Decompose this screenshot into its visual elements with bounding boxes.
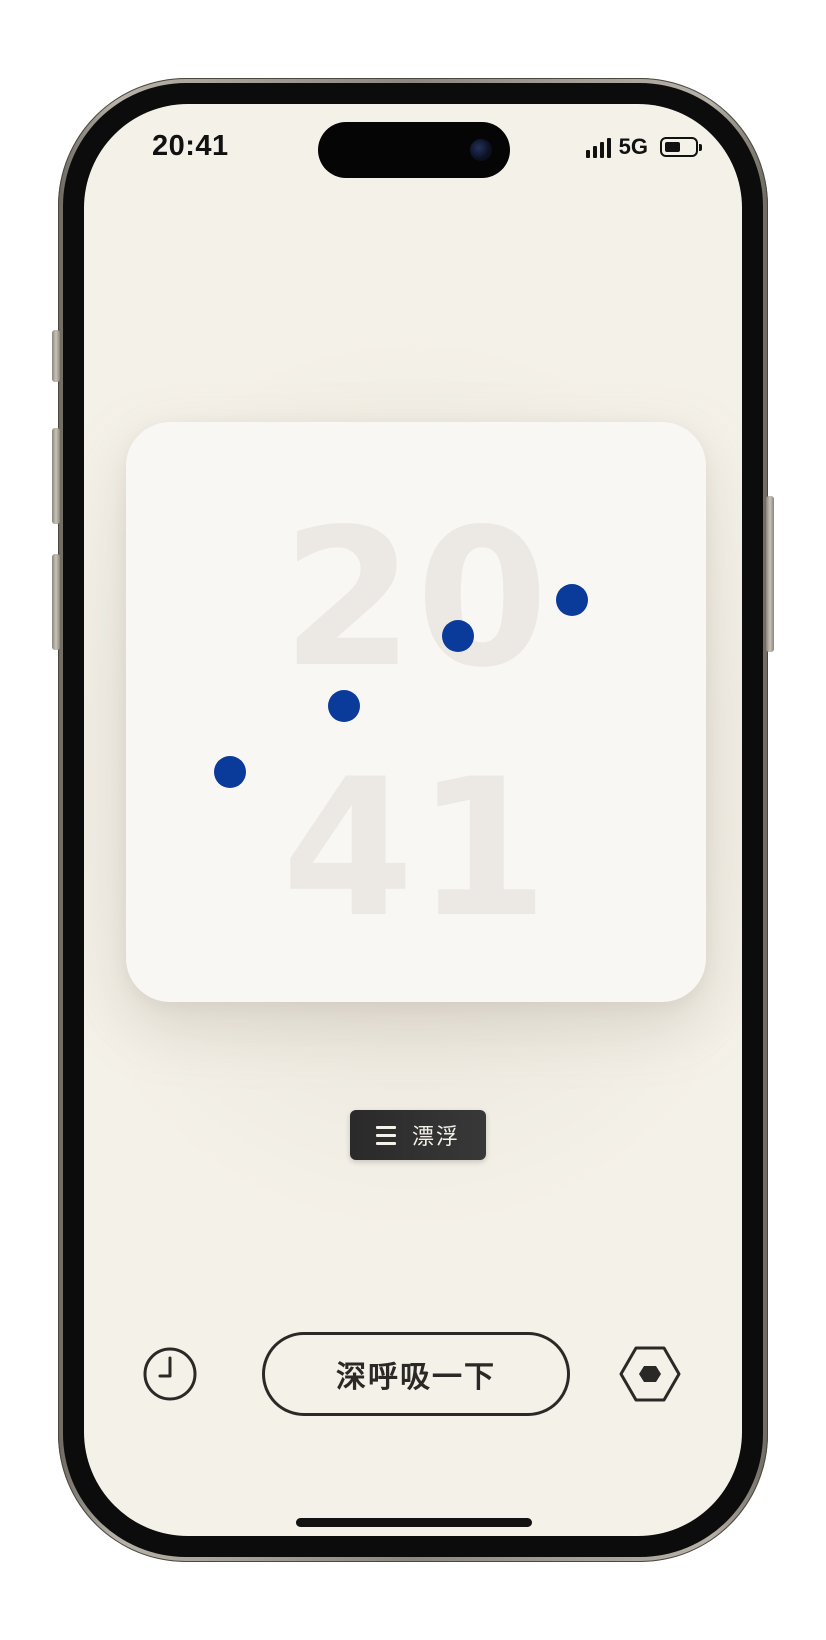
dynamic-island <box>318 122 510 178</box>
clock-card[interactable]: 20 41 <box>126 422 706 1002</box>
floating-dot <box>556 584 588 616</box>
battery-icon <box>660 137 702 157</box>
floating-dot <box>214 756 246 788</box>
status-indicators: 5G <box>585 134 702 160</box>
bottom-bar: 深呼吸一下 <box>84 1332 742 1416</box>
history-button[interactable] <box>142 1346 198 1402</box>
floating-dots <box>214 584 588 788</box>
network-label: 5G <box>618 134 648 159</box>
status-time: 20:41 <box>152 130 229 162</box>
home-indicator[interactable] <box>296 1518 532 1527</box>
camera-lens-icon <box>470 139 492 161</box>
battery-cap <box>699 144 702 151</box>
mode-select-button[interactable]: 漂浮 <box>350 1110 486 1160</box>
floating-dot <box>328 690 360 722</box>
screen: 20:41 5G 20 41 漂浮 深呼吸一下 <box>84 104 742 1536</box>
volume-up-button <box>52 428 60 524</box>
hexagon-settings-icon <box>619 1346 681 1402</box>
volume-down-button <box>52 554 60 650</box>
breathe-button[interactable]: 深呼吸一下 <box>262 1332 570 1416</box>
mode-label: 漂浮 <box>411 1124 460 1149</box>
power-button <box>766 496 774 652</box>
menu-icon <box>375 1125 396 1145</box>
signal-bars-icon <box>585 136 611 158</box>
battery-level-fill <box>665 142 680 152</box>
floating-dot <box>442 620 474 652</box>
clock-icon <box>143 1347 197 1401</box>
settings-button[interactable] <box>618 1342 682 1406</box>
action-button <box>52 330 60 382</box>
